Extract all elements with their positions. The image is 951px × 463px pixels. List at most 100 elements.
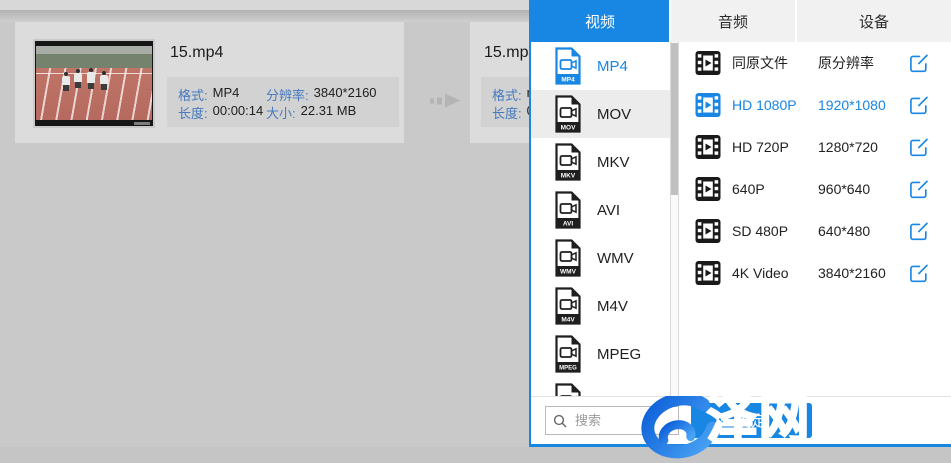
preset-item-sd480p[interactable]: SD 480P 640*480	[679, 210, 951, 252]
preset-item-640p[interactable]: 640P 960*640	[679, 168, 951, 210]
source-file-card[interactable]: 15.mp4 格式: MP4 分辨率: 3840*2160 长度: 00:00:…	[15, 22, 404, 143]
filmstrip-play-icon	[695, 134, 721, 160]
filmstrip-play-icon	[695, 176, 721, 202]
video-thumbnail	[33, 39, 155, 128]
output-format-popup: 视频 音频 设备 MP4 MP4 MOV MOV	[529, 0, 951, 447]
tab-video[interactable]: 视频	[531, 0, 671, 42]
format-label: 格式:	[492, 85, 522, 104]
preset-name: HD 720P	[732, 139, 818, 155]
file-video-icon: MKV	[554, 143, 582, 181]
preset-list: 同原文件 原分辨率 HD 1080P 1920*1080 HD 720P 128…	[679, 42, 951, 397]
edit-preset-button[interactable]	[909, 263, 929, 283]
preset-resolution: 1280*720	[818, 139, 909, 155]
edit-pencil-icon	[909, 263, 929, 283]
edit-pencil-icon	[909, 221, 929, 241]
tab-audio[interactable]: 音频	[671, 0, 797, 42]
preset-item-original[interactable]: 同原文件 原分辨率	[679, 42, 951, 84]
watermark-slogan-text: 十年沉淀网站服务经验!	[811, 424, 951, 444]
file-video-icon	[554, 383, 582, 397]
edit-preset-button[interactable]	[909, 95, 929, 115]
edit-pencil-icon	[909, 95, 929, 115]
format-item-mpeg[interactable]: MPEG MPEG	[531, 330, 670, 378]
filmstrip-play-icon	[695, 218, 721, 244]
format-item-mkv[interactable]: MKV MKV	[531, 138, 670, 186]
size-label: 大小:	[266, 103, 296, 122]
format-item-mp4[interactable]: MP4 MP4	[531, 42, 670, 90]
thumbnail-watermark	[134, 122, 150, 125]
format-value: MP4	[213, 85, 240, 104]
file-video-icon: MOV	[554, 95, 582, 133]
app-window: 15.mp4 格式: MP4 分辨率: 3840*2160 长度: 00:00:…	[0, 0, 951, 463]
preset-name: HD 1080P	[732, 97, 818, 113]
svg-text:M4V: M4V	[561, 317, 575, 324]
svg-text:MKV: MKV	[561, 173, 576, 180]
format-item-label: MOV	[597, 106, 631, 123]
svg-text:MOV: MOV	[561, 125, 576, 132]
popup-tab-bar: 视频 音频 设备	[531, 0, 951, 42]
svg-text:MPEG: MPEG	[559, 366, 577, 372]
preset-item-hd720p[interactable]: HD 720P 1280*720	[679, 126, 951, 168]
filmstrip-play-icon	[695, 92, 721, 118]
filmstrip-play-icon	[695, 50, 721, 76]
person-figure	[100, 75, 108, 84]
format-item-label: MKV	[597, 154, 630, 171]
file-video-icon: MPEG	[554, 335, 582, 373]
preset-resolution: 640*480	[818, 223, 909, 239]
scrollbar-thumb[interactable]	[671, 43, 678, 195]
preset-name: 640P	[732, 181, 818, 197]
svg-text:MP4: MP4	[561, 77, 575, 84]
svg-text:AVI: AVI	[563, 221, 574, 228]
edit-pencil-icon	[909, 137, 929, 157]
filmstrip-play-icon	[695, 260, 721, 286]
format-item-label: MPEG	[597, 346, 641, 363]
preset-name: SD 480P	[732, 223, 818, 239]
edit-preset-button[interactable]	[909, 179, 929, 199]
format-item-label: WMV	[597, 250, 634, 267]
convert-arrow-icon	[429, 91, 466, 110]
preset-name: 同原文件	[732, 53, 818, 73]
person-figure	[74, 73, 82, 82]
edit-pencil-icon	[909, 53, 929, 73]
resolution-label: 分辨率:	[266, 85, 309, 104]
format-item-label: MP4	[597, 58, 628, 75]
footer-strip	[0, 447, 951, 463]
preset-name: 4K Video	[732, 265, 818, 281]
format-item-label: M4V	[597, 298, 628, 315]
edit-preset-button[interactable]	[909, 53, 929, 73]
search-icon	[553, 414, 567, 428]
edit-preset-button[interactable]	[909, 137, 929, 157]
preset-resolution: 1920*1080	[818, 97, 909, 113]
format-item-m4v[interactable]: M4V M4V	[531, 282, 670, 330]
thumbnail-scene	[36, 46, 152, 120]
tab-device[interactable]: 设备	[797, 0, 951, 42]
file-video-icon: MP4	[554, 47, 582, 85]
format-list: MP4 MP4 MOV MOV MKV MKV	[531, 42, 670, 397]
source-filename: 15.mp4	[170, 44, 223, 62]
format-item-avi[interactable]: AVI AVI	[531, 186, 670, 234]
format-item-label: AVI	[597, 202, 620, 219]
format-list-scrollbar[interactable]	[670, 42, 679, 397]
file-video-icon: M4V	[554, 287, 582, 325]
edit-preset-button[interactable]	[909, 221, 929, 241]
person-figure	[62, 76, 70, 85]
resolution-value: 3840*2160	[314, 85, 377, 104]
duration-value: 00:00:14	[213, 103, 264, 122]
person-figure	[87, 72, 95, 83]
duration-label: 长度:	[178, 103, 208, 122]
preset-item-4k[interactable]: 4K Video 3840*2160	[679, 252, 951, 294]
format-label: 格式:	[178, 85, 208, 104]
preset-resolution: 3840*2160	[818, 265, 909, 281]
format-item-mov[interactable]: MOV MOV	[531, 90, 670, 138]
preset-resolution: 960*640	[818, 181, 909, 197]
duration-label: 长度:	[492, 103, 522, 122]
format-item-wmv[interactable]: WMV WMV	[531, 234, 670, 282]
watermark-brand-text: 泽网	[707, 393, 811, 448]
file-video-icon: AVI	[554, 191, 582, 229]
svg-text:WMV: WMV	[560, 269, 577, 276]
size-value: 22.31 MB	[301, 103, 357, 122]
source-info-box: 格式: MP4 分辨率: 3840*2160 长度: 00:00:14 大小: …	[167, 77, 399, 127]
preset-resolution: 原分辨率	[818, 53, 909, 73]
edit-pencil-icon	[909, 179, 929, 199]
preset-item-hd1080p[interactable]: HD 1080P 1920*1080	[679, 84, 951, 126]
format-item-partial[interactable]	[531, 378, 670, 397]
